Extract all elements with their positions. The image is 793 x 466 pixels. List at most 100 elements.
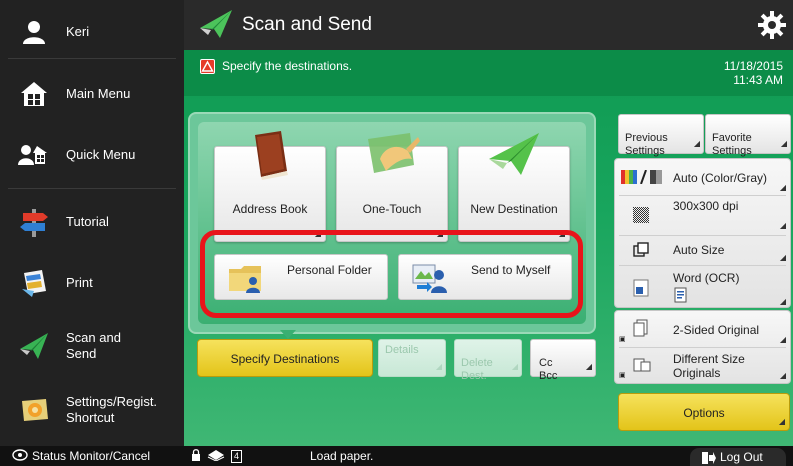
button-label: Options: [683, 406, 725, 420]
warning-icon: [200, 59, 215, 74]
date-text: 11/18/2015: [723, 59, 783, 73]
cc-bcc-button[interactable]: Cc Bcc ◢: [530, 339, 596, 382]
new-destination-button[interactable]: New Destination ◢: [458, 133, 570, 242]
corner-arrow-icon: ◢: [780, 139, 787, 148]
setting-value: Auto (Color/Gray): [673, 171, 768, 185]
sidebar-item-label: Settings/Regist. Shortcut: [66, 394, 158, 425]
settings-shortcut-icon: [16, 392, 52, 428]
one-touch-button[interactable]: One-Touch ◢: [336, 133, 448, 242]
previous-settings-button[interactable]: Previous Settings ◢: [618, 114, 704, 157]
user-name: Keri: [66, 24, 90, 39]
corner-arrow-icon: ◢: [779, 253, 786, 262]
status-icons: 4: [191, 449, 243, 464]
sidebar-item-settings-shortcut[interactable]: Settings/Regist. Shortcut: [0, 385, 184, 435]
scan-size-icon: [633, 242, 649, 261]
setting-value: Auto Size: [673, 243, 725, 257]
setting-value: Word (OCR): [673, 271, 740, 285]
options-button[interactable]: Options ◢: [618, 393, 790, 431]
paper-count-badge: 4: [231, 450, 243, 463]
setting-value: Different Size Originals: [673, 352, 745, 380]
different-size-originals-setting[interactable]: ▣ Different Size Originals ◢: [615, 347, 790, 383]
corner-arrow-icon: ◢: [779, 297, 786, 306]
sidebar-item-quick-menu[interactable]: Quick Menu: [0, 133, 184, 177]
time-text: 11:43 AM: [733, 73, 783, 87]
page-title: Scan and Send: [242, 14, 372, 35]
scan-send-icon: [198, 8, 234, 45]
sidebar-item-label: Tutorial: [66, 214, 109, 229]
scan-size-setting[interactable]: Auto Size ◢: [615, 235, 790, 265]
corner-arrow-icon: ◢: [779, 371, 786, 380]
user-icon: [16, 14, 52, 50]
sidebar-item-label: Quick Menu: [66, 147, 136, 162]
scan-send-icon: [16, 328, 52, 364]
details-button[interactable]: Details ◢: [378, 339, 446, 377]
sidebar-item-label: Main Menu: [66, 86, 131, 101]
corner-arrow-icon: ◢: [585, 362, 592, 371]
favorite-settings-button[interactable]: Favorite Settings ◢: [705, 114, 791, 157]
sidebar-item-label: Scan and Send: [66, 330, 121, 361]
gear-icon[interactable]: [757, 10, 787, 45]
sidebar-item-label: Print: [66, 275, 93, 290]
corner-arrow-icon: ◢: [779, 221, 786, 230]
instruction-text: Specify the destinations.: [222, 59, 353, 73]
corner-arrow-icon: ◢: [779, 335, 786, 344]
status-monitor-icon: [12, 449, 28, 464]
divider: [8, 58, 176, 59]
print-icon: [16, 265, 52, 301]
paper-stack-icon: [207, 449, 225, 464]
sidebar-item-print[interactable]: Print: [0, 261, 184, 305]
corner-arrow-icon: ◢: [435, 362, 442, 371]
log-out-button[interactable]: Log Out: [690, 448, 786, 466]
signpost-icon: [16, 204, 52, 240]
ocr-document-icon: [673, 287, 689, 306]
color-mode-setting[interactable]: Auto (Color/Gray) ◢: [615, 159, 790, 195]
specify-destinations-button[interactable]: Specify Destinations: [197, 339, 373, 377]
screen: Keri Main Menu Quick Menu Tutorial Print…: [0, 0, 793, 466]
status-bar: Status Monitor/Cancel 4 Load paper.: [0, 446, 793, 466]
small-badge-icon: ▣: [619, 336, 626, 343]
header: Scan and Send: [184, 0, 793, 50]
sidebar-item-tutorial[interactable]: Tutorial: [0, 200, 184, 244]
button-label: Details: [385, 344, 419, 356]
button-label: New Destination: [470, 202, 558, 216]
two-sided-icon: [633, 319, 649, 340]
corner-arrow-icon: ◢: [693, 139, 700, 148]
sidebar: Keri Main Menu Quick Menu Tutorial Print…: [0, 0, 184, 446]
small-badge-icon: ▣: [619, 372, 626, 379]
corner-arrow-icon: ◢: [511, 362, 518, 371]
file-format-icon: [633, 279, 649, 300]
button-label: One-Touch: [362, 202, 422, 216]
button-label: Cc Bcc: [539, 357, 558, 382]
sidebar-item-main-menu[interactable]: Main Menu: [0, 72, 184, 116]
two-sided-original-setting[interactable]: ▣ 2-Sided Original ◢: [615, 311, 790, 347]
divider: [8, 188, 176, 189]
message-bar: Specify the destinations. 11/18/2015 11:…: [184, 50, 793, 96]
address-book-button[interactable]: Address Book ◢: [214, 131, 326, 242]
lock-icon: [191, 449, 201, 464]
setting-value: 300x300 dpi: [673, 199, 739, 213]
button-label: Previous Settings: [625, 132, 668, 157]
status-message: Load paper.: [310, 449, 374, 463]
delete-destination-button[interactable]: Delete Dest. ◢: [454, 339, 522, 382]
color-mode-icon: [621, 169, 669, 187]
datetime: 11/18/2015 11:43 AM: [724, 59, 783, 87]
home-icon: [16, 76, 52, 112]
corner-arrow-icon: ◢: [779, 183, 786, 192]
file-format-setting[interactable]: Word (OCR) ◢: [615, 265, 790, 309]
panel-pointer: [280, 330, 296, 339]
one-touch-icon: [337, 129, 447, 181]
sidebar-item-scan-and-send[interactable]: Scan and Send: [0, 321, 184, 371]
different-size-icon: [633, 357, 651, 376]
log-out-icon: [702, 451, 716, 466]
resolution-setting[interactable]: 300x300 dpi ◢: [615, 195, 790, 235]
setting-value: 2-Sided Original: [673, 323, 760, 337]
address-book-icon: [215, 129, 325, 181]
status-monitor-button[interactable]: Status Monitor/Cancel: [32, 449, 150, 463]
new-destination-icon: [459, 129, 569, 179]
original-settings-panel: ▣ 2-Sided Original ◢ ▣ Different Size Or…: [614, 310, 791, 384]
button-label: Log Out: [720, 450, 763, 464]
highlight-frame: [200, 230, 583, 318]
scan-settings-panel: Auto (Color/Gray) ◢ 300x300 dpi ◢ Auto S…: [614, 158, 791, 308]
resolution-icon: [633, 207, 649, 226]
sidebar-user[interactable]: Keri: [0, 12, 184, 52]
